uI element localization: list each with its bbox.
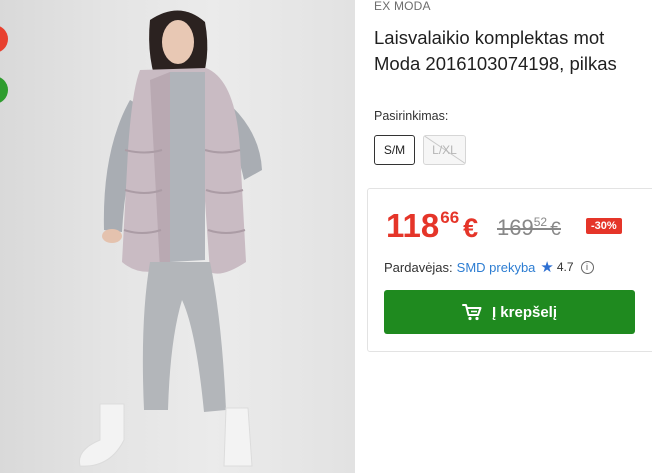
current-price-currency: € [463,213,479,243]
product-title-line2: Moda 2016103074198, pilkas [374,53,617,74]
old-price-cents: 52 [533,215,548,229]
add-to-cart-label: Į krepšelį [491,303,558,321]
product-title-line1: Laisvalaikio komplektas mot [374,27,605,48]
old-price: 16952 € [497,215,561,244]
current-price-main: 118 [386,207,440,244]
option-size-sm-label: S/M [383,143,406,157]
seller-rating: 4.7 [556,260,574,274]
current-price-cents: 66 [440,208,460,227]
price-box: 11866 € 16952 € -30% Pardavėjas: SMD preky… [367,188,652,352]
info-icon[interactable]: i [580,260,594,274]
old-price-main: 169 [497,215,534,240]
option-size-sm[interactable]: S/M [374,135,415,165]
cart-icon [461,304,482,321]
seller-link[interactable]: SMD prekyba [457,260,536,275]
product-photo-illustration [78,10,262,467]
option-size-lxl[interactable]: L/XL [423,135,466,165]
seller-label: Pardavėjas: [384,259,453,275]
discount-badge: -30% [586,218,622,234]
product-image[interactable] [0,0,355,473]
option-label: Pasirinkimas: [374,109,449,123]
product-title: Laisvalaikio komplektas mot Moda 2016103… [374,25,652,77]
brand-name[interactable]: EX MODA [374,0,431,13]
add-to-cart-button[interactable]: Į krepšelį [384,290,635,334]
seller-row: Pardavėjas: SMD prekyba ★ 4.7 i [384,258,594,276]
star-icon: ★ [540,259,554,276]
old-price-currency: € [550,219,561,240]
current-price: 11866 € [386,207,478,251]
option-size-lxl-label: L/XL [432,143,457,157]
